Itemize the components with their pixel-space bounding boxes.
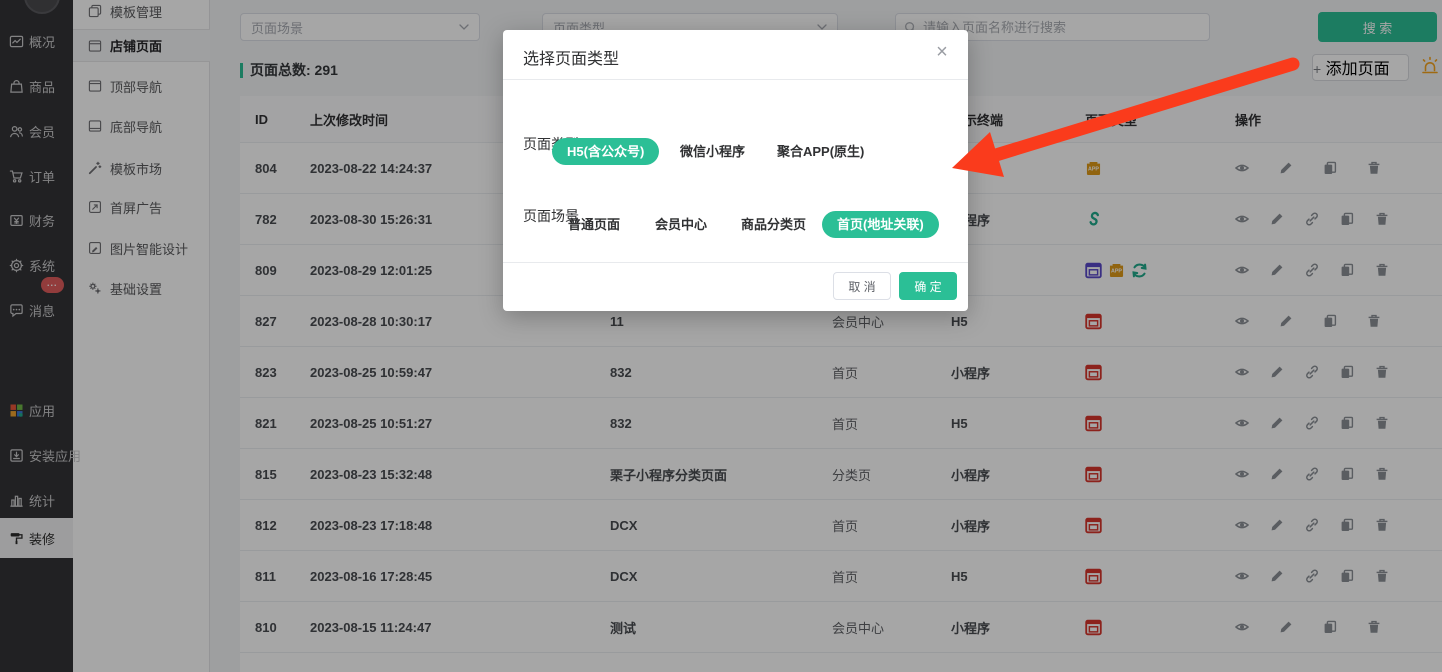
close-icon[interactable]: × (930, 40, 954, 64)
option-h5[interactable]: H5(含公众号) (552, 138, 659, 165)
dialog-footer: 取 消 确 定 (503, 262, 968, 311)
dialog-title: 选择页面类型 (523, 45, 619, 69)
dialog-header: 选择页面类型 × (503, 30, 968, 80)
option-category-page[interactable]: 商品分类页 (741, 211, 806, 238)
option-wechat-miniprogram[interactable]: 微信小程序 (680, 138, 745, 165)
select-page-type-dialog: 选择页面类型 × 页面类型 H5(含公众号) 微信小程序 聚合APP(原生) 页… (503, 30, 968, 311)
confirm-button[interactable]: 确 定 (899, 272, 957, 300)
option-app-native[interactable]: 聚合APP(原生) (777, 138, 864, 165)
option-member-center[interactable]: 会员中心 (655, 211, 707, 238)
cancel-button[interactable]: 取 消 (833, 272, 891, 300)
option-normal-page[interactable]: 普通页面 (568, 211, 620, 238)
page: 概况 商品 会员 订单 财务 系统 消息 ... 应用 安装应用 统计 装修 模… (0, 0, 1442, 672)
option-home-page[interactable]: 首页(地址关联) (822, 211, 939, 238)
